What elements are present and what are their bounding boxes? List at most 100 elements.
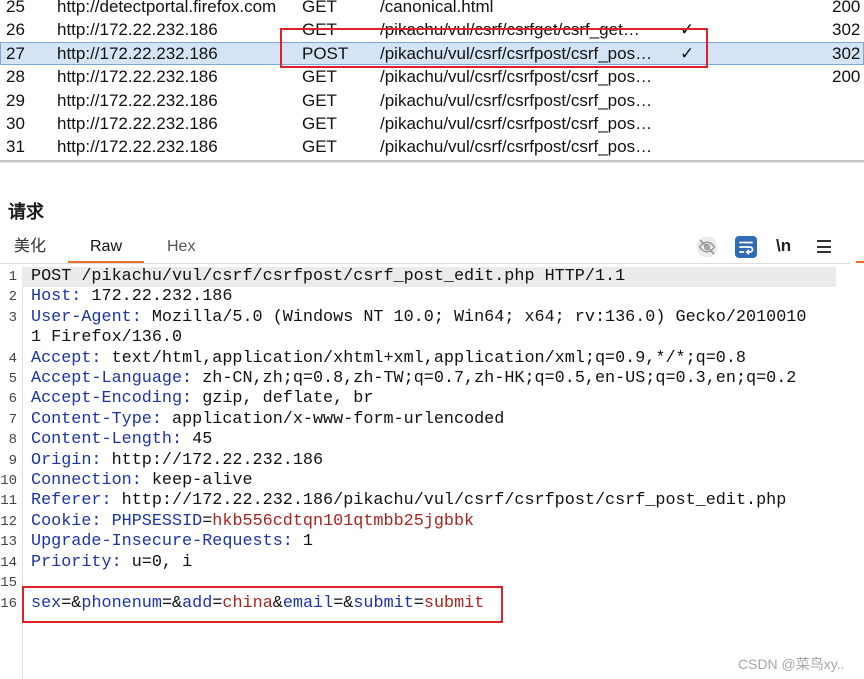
- line-text: Referer: http://172.22.232.186/pikachu/v…: [31, 491, 823, 511]
- line-content[interactable]: Upgrade-Insecure-Requests: 1: [22, 532, 836, 552]
- request-line[interactable]: 13 Upgrade-Insecure-Requests: 1: [0, 532, 864, 552]
- tab-raw[interactable]: Raw: [90, 238, 122, 256]
- word-wrap-icon[interactable]: [734, 235, 758, 259]
- line-number: 1: [8, 269, 17, 285]
- row-edited-mark: ✓: [680, 20, 695, 40]
- history-row[interactable]: 25 http://detectportal.firefox.com GET/can…: [0, 0, 864, 18]
- code-token: Content-Type:: [31, 409, 162, 429]
- row-host: http://172.22.232.186: [57, 114, 218, 133]
- code-token: PHPSESSID: [111, 511, 203, 531]
- http-history-table[interactable]: 25 http://detectportal.firefox.com GET/can…: [0, 0, 864, 160]
- request-line[interactable]: 6 Accept-Encoding: gzip, deflate, br: [0, 389, 864, 409]
- line-content[interactable]: Connection: keep-alive: [22, 471, 836, 491]
- line-content[interactable]: Host: 172.22.232.186: [22, 287, 836, 307]
- adjacent-panel-tab-indicator: [856, 261, 864, 263]
- history-row[interactable]: 28 http://172.22.232.186 GET/pikachu/vul/c…: [0, 65, 864, 88]
- request-line[interactable]: 10 Connection: keep-alive: [0, 471, 864, 491]
- row-number: 31: [6, 137, 25, 157]
- history-row[interactable]: 26 http://172.22.232.186 GET/pikachu/vul/c…: [0, 18, 864, 41]
- code-token: 1: [292, 532, 313, 552]
- code-token: =: [413, 593, 424, 613]
- request-line[interactable]: 7 Content-Type: application/x-www-form-ur…: [0, 410, 864, 430]
- request-line[interactable]: 2 Host: 172.22.232.186: [0, 287, 864, 307]
- row-status: 200: [832, 0, 861, 16]
- line-text: Content-Length: 45: [31, 430, 823, 450]
- hamburger-menu-icon[interactable]: [817, 240, 831, 253]
- row-method: GET: [302, 114, 337, 133]
- row-method: GET: [302, 90, 337, 110]
- tab-hex[interactable]: Hex: [167, 238, 195, 256]
- row-host: http://172.22.232.186: [57, 67, 218, 87]
- row-number: 28: [6, 67, 25, 87]
- row-path: /pikachu/vul/csrf/csrfpost/csrf_pos…: [380, 114, 653, 133]
- burp-suite-window: 25 http://detectportal.firefox.com GET/can…: [0, 0, 864, 679]
- request-line[interactable]: 5 Accept-Language: zh-CN,zh;q=0.8,zh-TW;q…: [0, 369, 864, 389]
- line-text: User-Agent: Mozilla/5.0 (Windows NT 10.0…: [31, 308, 823, 349]
- request-line[interactable]: 1 POST /pikachu/vul/csrf/csrfpost/csrf_po…: [0, 267, 864, 288]
- request-line[interactable]: 16 sex=&phonenum=&add=china&email=&submit…: [0, 594, 864, 614]
- show-newlines-toggle[interactable]: \n: [776, 236, 791, 256]
- line-content[interactable]: Accept-Language: zh-CN,zh;q=0.8,zh-TW;q=…: [22, 369, 836, 389]
- row-status: 200: [832, 67, 861, 87]
- line-number: 11: [0, 493, 17, 510]
- line-content[interactable]: Cookie: PHPSESSID=hkb556cdtqn101qtmbb25j…: [22, 512, 836, 532]
- line-number: 6: [8, 391, 17, 408]
- raw-request-editor[interactable]: 1 POST /pikachu/vul/csrf/csrfpost/csrf_po…: [0, 267, 864, 679]
- line-content[interactable]: User-Agent: Mozilla/5.0 (Windows NT 10.0…: [22, 308, 836, 349]
- code-token: &: [272, 593, 283, 613]
- line-content[interactable]: POST /pikachu/vul/csrf/csrfpost/csrf_pos…: [22, 267, 836, 288]
- code-token: User-Agent:: [31, 307, 142, 327]
- line-content[interactable]: sex=&phonenum=&add=china&email=&submit=s…: [22, 594, 836, 614]
- line-content[interactable]: Accept-Encoding: gzip, deflate, br: [22, 389, 836, 409]
- eye-slash-icon[interactable]: [695, 235, 719, 259]
- row-status: 302: [832, 43, 861, 63]
- request-line[interactable]: 8 Content-Length: 45: [0, 430, 864, 450]
- tab-pretty[interactable]: 美化: [14, 238, 46, 256]
- line-number: 15: [0, 575, 17, 592]
- line-number: 3: [8, 309, 17, 326]
- panel-splitter[interactable]: [0, 160, 864, 163]
- code-token: Accept-Encoding:: [31, 389, 193, 409]
- code-token: Host:: [31, 287, 82, 307]
- row-host: http://detectportal.firefox.com: [57, 0, 277, 16]
- code-token: 45: [182, 430, 213, 450]
- csdn-watermark: CSDN @菜鸟xy..: [738, 656, 845, 672]
- row-path: /pikachu/vul/csrf/csrfpost/csrf_pos…: [380, 137, 653, 157]
- line-number: 8: [8, 432, 17, 449]
- tab-bar-divider: [0, 263, 850, 264]
- code-token: add: [182, 593, 213, 613]
- code-token: zh-CN,zh;q=0.8,zh-TW;q=0.7,zh-HK;q=0.5,e…: [192, 369, 797, 389]
- request-line[interactable]: 4 Accept: text/html,application/xhtml+xml…: [0, 349, 864, 369]
- line-content[interactable]: Content-Type: application/x-www-form-url…: [22, 410, 836, 430]
- request-panel-title: 请求: [8, 202, 44, 222]
- code-token: phonenum: [81, 593, 162, 613]
- line-content[interactable]: [22, 573, 836, 593]
- line-content[interactable]: Content-Length: 45: [22, 430, 836, 450]
- line-content[interactable]: Referer: http://172.22.232.186/pikachu/v…: [22, 491, 836, 511]
- history-row[interactable]: 29 http://172.22.232.186 GET/pikachu/vul/c…: [0, 89, 864, 112]
- line-content[interactable]: Origin: http://172.22.232.186: [22, 451, 836, 471]
- line-content[interactable]: Priority: u=0, i: [22, 553, 836, 573]
- code-token: Upgrade-Insecure-Requests:: [31, 532, 293, 552]
- history-row[interactable]: 30 http://172.22.232.186 GET/pikachu/vul/c…: [0, 112, 864, 135]
- request-line[interactable]: 12 Cookie: PHPSESSID=hkb556cdtqn101qtmbb2…: [0, 512, 864, 532]
- row-number: 26: [6, 20, 25, 40]
- line-text: Host: 172.22.232.186: [31, 287, 823, 307]
- request-line[interactable]: 9 Origin: http://172.22.232.186: [0, 451, 864, 471]
- code-token: Content-Length:: [31, 430, 183, 450]
- line-text: sex=&phonenum=&add=china&email=&submit=s…: [31, 594, 823, 614]
- request-line[interactable]: 14 Priority: u=0, i: [0, 553, 864, 573]
- code-token: Origin:: [31, 450, 102, 470]
- history-row[interactable]: 31 http://172.22.232.186 GET/pikachu/vul/c…: [0, 135, 864, 158]
- code-token: =: [212, 593, 223, 613]
- code-token: 172.22.232.186: [81, 287, 233, 307]
- line-content[interactable]: Accept: text/html,application/xhtml+xml,…: [22, 349, 836, 369]
- request-line[interactable]: 11 Referer: http://172.22.232.186/pikachu…: [0, 491, 864, 511]
- row-host: http://172.22.232.186: [57, 90, 218, 110]
- line-number: 5: [8, 371, 17, 388]
- request-line[interactable]: 3 User-Agent: Mozilla/5.0 (Windows NT 10.…: [0, 308, 864, 349]
- history-row[interactable]: 27 http://172.22.232.186 POST/pikachu/vul/…: [0, 41, 864, 66]
- line-text: Origin: http://172.22.232.186: [31, 451, 823, 471]
- request-line[interactable]: 15: [0, 573, 864, 593]
